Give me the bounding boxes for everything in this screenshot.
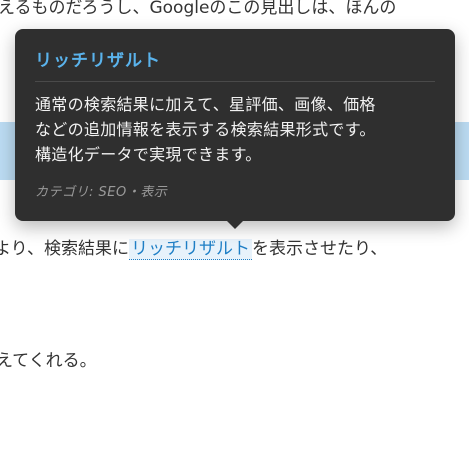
article-text-line: より、検索結果に リッチリザルト を表示させたり、 — [0, 237, 387, 261]
article-text-line: えるものだろうし、Googleのこの見出しは、ほんの — [0, 0, 397, 18]
article-text-segment: より、検索結果に — [0, 239, 129, 259]
tooltip-arrow — [227, 221, 243, 229]
article-page: えるものだろうし、Googleのこの見出しは、ほんの より、検索結果に リッチリザ… — [0, 0, 469, 469]
tooltip-definition: 通常の検索結果に加えて、星評価、画像、価格 などの追加情報を表示する検索結果形式… — [35, 92, 435, 167]
tooltip-definition-line: 通常の検索結果に加えて、星評価、画像、価格 — [35, 95, 376, 114]
tooltip-definition-line: などの追加情報を表示する検索結果形式です。 — [35, 120, 376, 139]
article-text-line: えてくれる。 — [0, 351, 97, 371]
glossary-tooltip: リッチリザルト 通常の検索結果に加えて、星評価、画像、価格 などの追加情報を表示… — [15, 29, 455, 221]
glossary-term-link[interactable]: リッチリザルト — [128, 239, 252, 260]
tooltip-title: リッチリザルト — [35, 51, 161, 71]
tooltip-definition-line: 構造化データで実現できます。 — [35, 145, 262, 164]
tooltip-divider — [35, 81, 435, 82]
article-text-segment: を表示させたり、 — [251, 239, 388, 259]
tooltip-category: カテゴリ: SEO・表示 — [35, 185, 168, 200]
